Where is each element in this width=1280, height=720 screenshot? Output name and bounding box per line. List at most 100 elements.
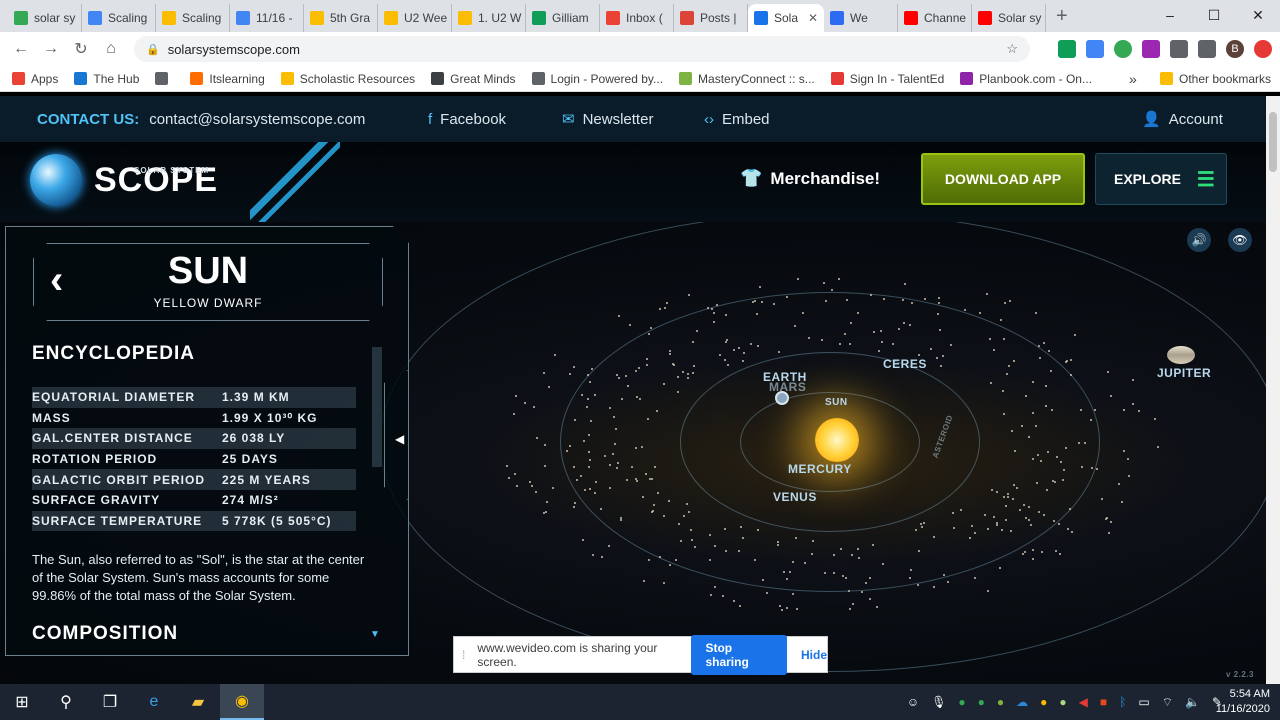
forward-icon[interactable]: → (36, 40, 66, 58)
extension-icon[interactable] (1058, 40, 1076, 58)
browser-tab[interactable]: Gilliam (526, 4, 600, 32)
file-explorer-icon[interactable]: ▰ (176, 684, 220, 720)
browser-tab[interactable]: Scaling (156, 4, 230, 32)
bookmark-item[interactable]: The Hub (74, 72, 139, 86)
media-icon[interactable] (1198, 40, 1216, 58)
mercury-label[interactable]: MERCURY (788, 462, 852, 476)
site-logo[interactable]: SOLAR SYSTEM SCOPE (30, 154, 218, 206)
maximize-button[interactable]: ☐ (1192, 0, 1236, 30)
new-tab-button[interactable]: + (1056, 5, 1068, 28)
scroll-down-icon[interactable]: ▼ (370, 629, 380, 640)
volume-icon[interactable]: 🔈 (1185, 695, 1200, 709)
browser-tab[interactable]: U2 Wee (378, 4, 452, 32)
other-bookmarks[interactable]: Other bookmarks (1160, 72, 1271, 86)
fact-value: 25 DAYS (222, 452, 278, 467)
url-bar[interactable]: 🔒 solarsystemscope.com ☆ (134, 36, 1030, 62)
browser-tab[interactable]: Scaling (82, 4, 156, 32)
merchandise-link[interactable]: 👕 Merchandise! (740, 168, 880, 189)
browser-tab[interactable]: We (824, 4, 898, 32)
app-tray-icon[interactable]: ● (978, 695, 985, 709)
browser-tab[interactable]: Sola ✕ (748, 4, 824, 32)
onedrive-icon[interactable]: ☁ (1016, 695, 1028, 709)
facebook-link[interactable]: f Facebook (428, 111, 506, 128)
bookmark-item[interactable]: Itslearning (190, 72, 265, 86)
jupiter-object[interactable] (1167, 346, 1195, 364)
recording-icon[interactable] (1254, 40, 1272, 58)
asteroid-dot (1037, 345, 1040, 348)
asteroid-dot (656, 491, 659, 494)
browser-tab[interactable]: Inbox ( (600, 4, 674, 32)
extension-icon[interactable] (1114, 40, 1132, 58)
sound-icon[interactable]: 🔊 (1187, 228, 1211, 252)
bookmarks-overflow-icon[interactable]: » (1129, 71, 1137, 87)
eye-icon[interactable]: 👁 (1228, 228, 1252, 252)
explore-button[interactable]: EXPLORE ☰ (1095, 153, 1227, 205)
browser-tab[interactable]: Channe (898, 4, 972, 32)
edge-icon[interactable]: e (132, 684, 176, 720)
chrome-icon[interactable]: ◉ (220, 684, 264, 720)
minimize-button[interactable]: – (1148, 0, 1192, 30)
newsletter-link[interactable]: ✉ Newsletter (562, 110, 653, 129)
solar-system-view[interactable]: EARTH MARS SUN MERCURY VENUS CERES JUPIT… (0, 222, 1266, 684)
app-tray-icon[interactable]: ● (1059, 695, 1066, 709)
task-view-icon[interactable]: ❐ (88, 684, 132, 720)
extension-icon[interactable] (1142, 40, 1160, 58)
ceres-label[interactable]: CERES (883, 357, 927, 371)
speaker-muted-icon[interactable]: ◀ (1079, 695, 1088, 709)
contact-email[interactable]: contact@solarsystemscope.com (149, 111, 365, 128)
bookmark-item[interactable]: Great Minds (431, 72, 516, 86)
reload-icon[interactable]: ↻ (66, 39, 96, 59)
mars-label[interactable]: MARS (769, 380, 806, 394)
browser-tab[interactable]: solar sy (8, 4, 82, 32)
home-icon[interactable]: ⌂ (96, 40, 126, 58)
panel-scrollbar[interactable] (372, 347, 382, 467)
translate-icon[interactable] (1086, 40, 1104, 58)
drag-handle-icon[interactable]: ⁞ (462, 648, 465, 662)
wifi-icon[interactable]: ⌔ (1162, 695, 1173, 710)
sun-label[interactable]: SUN (825, 397, 848, 408)
bookmark-star-icon[interactable]: ☆ (1006, 41, 1018, 57)
back-icon[interactable]: ← (6, 40, 36, 58)
bookmark-item[interactable]: Sign In - TalentEd (830, 72, 944, 86)
close-tab-icon[interactable]: ✕ (808, 11, 818, 25)
asteroid-dot (897, 327, 900, 330)
office-icon[interactable]: ■ (1100, 695, 1107, 709)
mic-icon[interactable]: 🎙 (931, 695, 946, 709)
profile-avatar[interactable]: B (1226, 40, 1244, 58)
collapse-arrow-icon[interactable]: ◀ (395, 432, 404, 446)
jupiter-label[interactable]: JUPITER (1157, 366, 1211, 380)
chrome-tray-icon[interactable]: ● (1040, 695, 1047, 709)
asteroid-dot (908, 323, 911, 326)
venus-label[interactable]: VENUS (773, 490, 817, 504)
browser-tab[interactable]: Posts | (674, 4, 748, 32)
browser-tab[interactable]: 11/16 - (230, 4, 304, 32)
windows-start-icon[interactable]: ⊞ (0, 684, 44, 720)
search-icon[interactable]: ⚲ (44, 684, 88, 720)
stop-sharing-button[interactable]: Stop sharing (691, 634, 787, 675)
bookmark-item[interactable]: Apps (12, 72, 58, 86)
browser-tab[interactable]: 1. U2 W (452, 4, 526, 32)
bookmark-item[interactable]: MasteryConnect :: s... (679, 72, 815, 86)
sun-object[interactable] (815, 418, 859, 462)
account-link[interactable]: 👤 Account (1142, 110, 1223, 129)
bookmark-item[interactable] (155, 72, 174, 85)
puzzle-icon[interactable] (1170, 40, 1188, 58)
people-icon[interactable]: ☺ (907, 695, 919, 709)
scrollbar-thumb[interactable] (1269, 112, 1277, 172)
bookmark-item[interactable]: Planbook.com - On... (960, 72, 1092, 86)
battery-icon[interactable]: ▭ (1138, 695, 1149, 709)
hide-button[interactable]: Hide (801, 648, 827, 662)
asteroid-dot (609, 463, 612, 466)
embed-link[interactable]: ‹› Embed (704, 111, 770, 128)
browser-tab[interactable]: Solar sy (972, 4, 1046, 32)
browser-tab[interactable]: 5th Gra (304, 4, 378, 32)
bluetooth-icon[interactable]: ᛒ (1119, 695, 1126, 709)
taskbar-clock[interactable]: 5:54 AM 11/16/2020 (1216, 687, 1270, 717)
app-tray-icon[interactable]: ● (958, 695, 965, 709)
bookmark-item[interactable]: Login - Powered by... (531, 72, 663, 86)
page-scrollbar[interactable] (1266, 96, 1280, 684)
bookmark-item[interactable]: Scholastic Resources (280, 72, 415, 86)
close-window-button[interactable]: ✕ (1236, 0, 1280, 30)
app-tray-icon[interactable]: ● (997, 695, 1004, 709)
download-app-button[interactable]: DOWNLOAD APP (921, 153, 1085, 205)
